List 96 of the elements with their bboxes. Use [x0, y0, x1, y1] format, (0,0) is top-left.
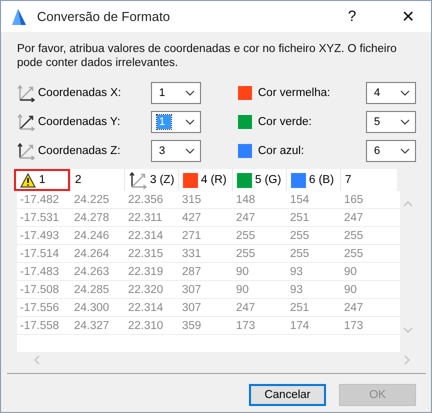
table-cell-text: 255 — [343, 230, 364, 242]
table-cell-text: -17.531 — [19, 212, 60, 224]
axis-icon — [129, 171, 147, 189]
table-cell-text: 90 — [235, 284, 250, 296]
table-cell-text: 22.356 — [127, 194, 164, 206]
table-cell-text: 251 — [289, 212, 310, 224]
table-cell-text: 93 — [289, 266, 304, 278]
table-cell-text: 255 — [343, 248, 364, 260]
column-label: 7 — [345, 174, 352, 186]
table-cell-text: 247 — [235, 302, 256, 314]
table-cell-text: 307 — [181, 302, 202, 314]
table-cell-text: 247 — [343, 212, 364, 224]
table-cell-text: -17.514 — [19, 248, 60, 260]
axis-icon — [17, 113, 35, 131]
column-label: 3 (Z) — [150, 174, 174, 186]
column-dropdown[interactable]: 1 — [151, 82, 201, 104]
table-cell-text: 24.225 — [73, 194, 110, 206]
axis-icon — [17, 84, 35, 102]
table-cell-text: 174 — [289, 320, 310, 332]
column-dropdown[interactable]: 3 — [151, 140, 201, 162]
column-dropdown[interactable]: 4 — [366, 82, 416, 104]
table-cell-text: 22.314 — [127, 230, 164, 242]
table-cell-text: 287 — [181, 266, 202, 278]
table-cell-text: 427 — [181, 212, 202, 224]
table-cell-text: 148 — [235, 194, 256, 206]
field-label: Coordenadas Y: — [38, 116, 122, 128]
table-cell-text: 331 — [181, 248, 202, 260]
column-dropdown[interactable]: 5 — [366, 111, 416, 133]
table-cell-text: 90 — [235, 266, 250, 278]
app-icon — [11, 8, 27, 26]
chevron-down-icon — [400, 148, 410, 154]
table-cell-text: 359 — [181, 320, 202, 332]
scroll-down-icon[interactable] — [403, 327, 414, 333]
table-cell-text: 271 — [181, 230, 202, 242]
table-cell-text: 24.278 — [73, 212, 110, 224]
table-cell-text: -17.493 — [19, 230, 60, 242]
cancel-button[interactable]: Cancelar — [249, 384, 326, 406]
column-label: 4 (R) — [201, 174, 227, 186]
help-button[interactable]: ? — [329, 1, 375, 32]
field-label: Cor verde: — [258, 116, 313, 128]
table-cell-text: 24.264 — [73, 248, 110, 260]
close-button[interactable]: ✕ — [385, 1, 431, 32]
table-cell-text: -17.483 — [19, 266, 60, 278]
table-cell-text: 90 — [343, 266, 358, 278]
axis-icon — [17, 142, 35, 160]
chevron-down-icon — [185, 119, 195, 125]
table-cell-text: 255 — [235, 230, 256, 242]
window-title: Conversão de Formato — [37, 9, 170, 24]
chevron-down-icon — [400, 119, 410, 125]
table-cell-text: 22.320 — [127, 284, 164, 296]
field-label: Cor azul: — [258, 145, 306, 157]
chevron-down-icon — [400, 90, 410, 96]
table-cell-text: -17.558 — [19, 320, 60, 332]
column-label: 6 (B) — [309, 174, 334, 186]
table-cell-text: 90 — [343, 284, 358, 296]
scroll-left-icon[interactable] — [34, 355, 40, 365]
table-cell-text: 154 — [289, 194, 310, 206]
table-cell-text: 22.315 — [127, 248, 164, 260]
field-label: Cor vermelha: — [258, 87, 332, 99]
table-cell-text: 22.311 — [127, 212, 164, 224]
scroll-up-icon[interactable] — [403, 201, 414, 207]
instruction-text: Por favor, atribua valores de coordenadas e cor no ficheiro XYZ. O ficheiro pode conter dados irrelevantes. — [17, 42, 398, 70]
chevron-down-icon — [185, 90, 195, 96]
table-cell-text: 247 — [235, 212, 256, 224]
table-cell-text: 22.314 — [127, 302, 164, 314]
table-cell-text: 247 — [343, 302, 364, 314]
table-cell-text: 22.310 — [127, 320, 164, 332]
table-cell-text: 251 — [289, 302, 310, 314]
table-cell-text: -17.508 — [19, 284, 60, 296]
table-cell-text: 24.246 — [73, 230, 110, 242]
field-label: Coordenadas Z: — [38, 145, 122, 157]
field-label: Coordenadas X: — [38, 87, 122, 99]
column-header[interactable]: 1 — [14, 169, 70, 191]
table-cell-text: 22.319 — [127, 266, 164, 278]
table-cell-text: 307 — [181, 284, 202, 296]
table-cell-text: 24.285 — [73, 284, 110, 296]
warning-icon — [20, 172, 36, 188]
table-cell-text: 173 — [235, 320, 256, 332]
table-cell-text: -17.556 — [19, 302, 60, 314]
column-label: 1 — [39, 174, 46, 186]
table-cell-text: 255 — [289, 248, 310, 260]
column-label: 5 (G) — [255, 174, 282, 186]
column-label: 2 — [75, 174, 82, 186]
table-cell-text: 24.263 — [73, 266, 110, 278]
table-cell-text: 255 — [289, 230, 310, 242]
column-dropdown[interactable]: 6 — [366, 140, 416, 162]
scroll-right-icon[interactable] — [404, 355, 410, 365]
table-cell-text: -17.482 — [19, 194, 60, 206]
table-cell-text: 24.327 — [73, 320, 110, 332]
table-cell-text: 165 — [343, 194, 364, 206]
table-cell-text: 315 — [181, 194, 202, 206]
table-cell-text: 255 — [235, 248, 256, 260]
table-cell-text: 24.300 — [73, 302, 110, 314]
table-cell-text: 93 — [289, 284, 304, 296]
chevron-down-icon — [185, 148, 195, 154]
table-cell-text: 173 — [343, 320, 364, 332]
